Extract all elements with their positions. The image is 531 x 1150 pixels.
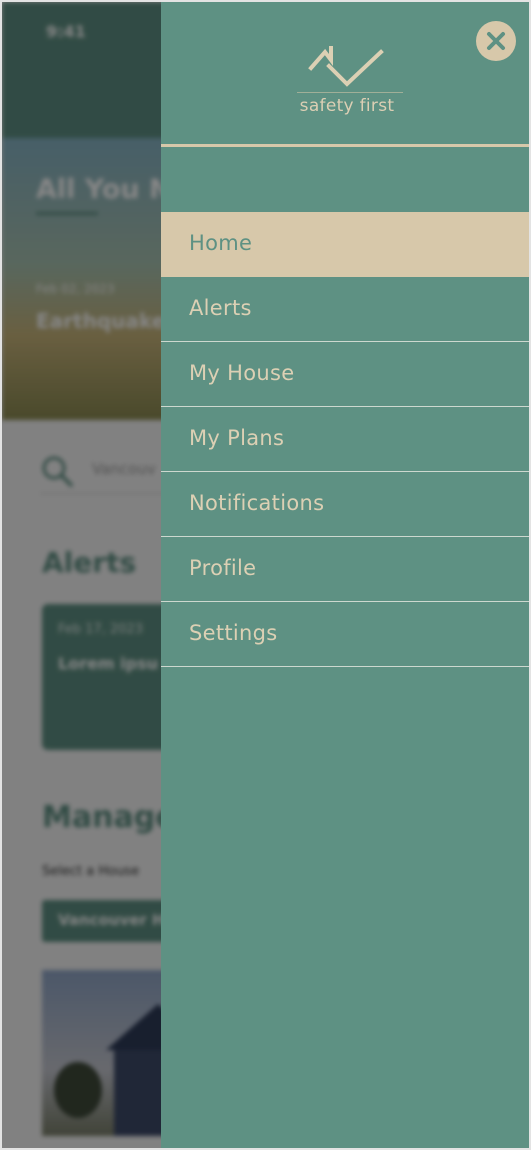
menu-item-label: Home (189, 231, 253, 255)
navigation-drawer: safety first Home Alerts My House My Pla… (161, 2, 529, 1148)
close-button[interactable] (476, 21, 516, 61)
menu-item-my-plans[interactable]: My Plans (161, 407, 529, 472)
phone-screen: 9:41 All You N Feb 02, 2023 Earthquake c… (0, 0, 531, 1150)
menu-item-my-house[interactable]: My House (161, 342, 529, 407)
menu-item-label: My House (189, 361, 295, 385)
header-divider (161, 144, 529, 147)
menu-item-label: Settings (189, 621, 278, 645)
menu-item-label: Notifications (189, 491, 325, 515)
menu-item-settings[interactable]: Settings (161, 602, 529, 667)
menu-item-label: Alerts (189, 296, 252, 320)
menu-item-home[interactable]: Home (161, 212, 529, 277)
menu-item-notifications[interactable]: Notifications (161, 472, 529, 537)
close-icon (487, 32, 505, 50)
menu-item-alerts[interactable]: Alerts (161, 277, 529, 342)
logo-text: safety first (299, 96, 395, 116)
logo-rule (297, 92, 403, 93)
house-checkmark-icon (308, 46, 384, 87)
menu-item-label: Profile (189, 556, 257, 580)
drawer-menu: Home Alerts My House My Plans Notificati… (161, 212, 529, 667)
menu-item-profile[interactable]: Profile (161, 537, 529, 602)
menu-item-label: My Plans (189, 426, 285, 450)
